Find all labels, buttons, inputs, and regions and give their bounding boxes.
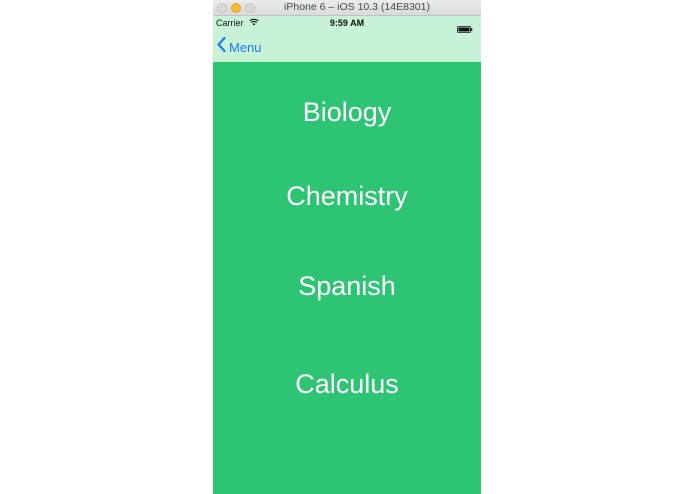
battery-icon (457, 20, 473, 38)
subject-spanish-button[interactable]: Spanish (213, 271, 481, 302)
window-title: iPhone 6 – iOS 10.3 (14E8301) (284, 1, 430, 13)
subject-biology-button[interactable]: Biology (213, 97, 481, 128)
subject-chemistry-button[interactable]: Chemistry (213, 181, 481, 212)
simulator-window: iPhone 6 – iOS 10.3 (14E8301) Carrier 9:… (213, 0, 481, 494)
back-button-label: Menu (229, 39, 262, 55)
back-button[interactable]: Menu (217, 36, 262, 57)
chevron-left-icon (217, 36, 226, 57)
window-titlebar: iPhone 6 – iOS 10.3 (14E8301) (213, 0, 481, 16)
subject-calculus-button[interactable]: Calculus (213, 369, 481, 400)
status-bar-time: 9:59 AM (329, 18, 365, 28)
navigation-bar: Carrier 9:59 AM Menu (213, 16, 481, 62)
